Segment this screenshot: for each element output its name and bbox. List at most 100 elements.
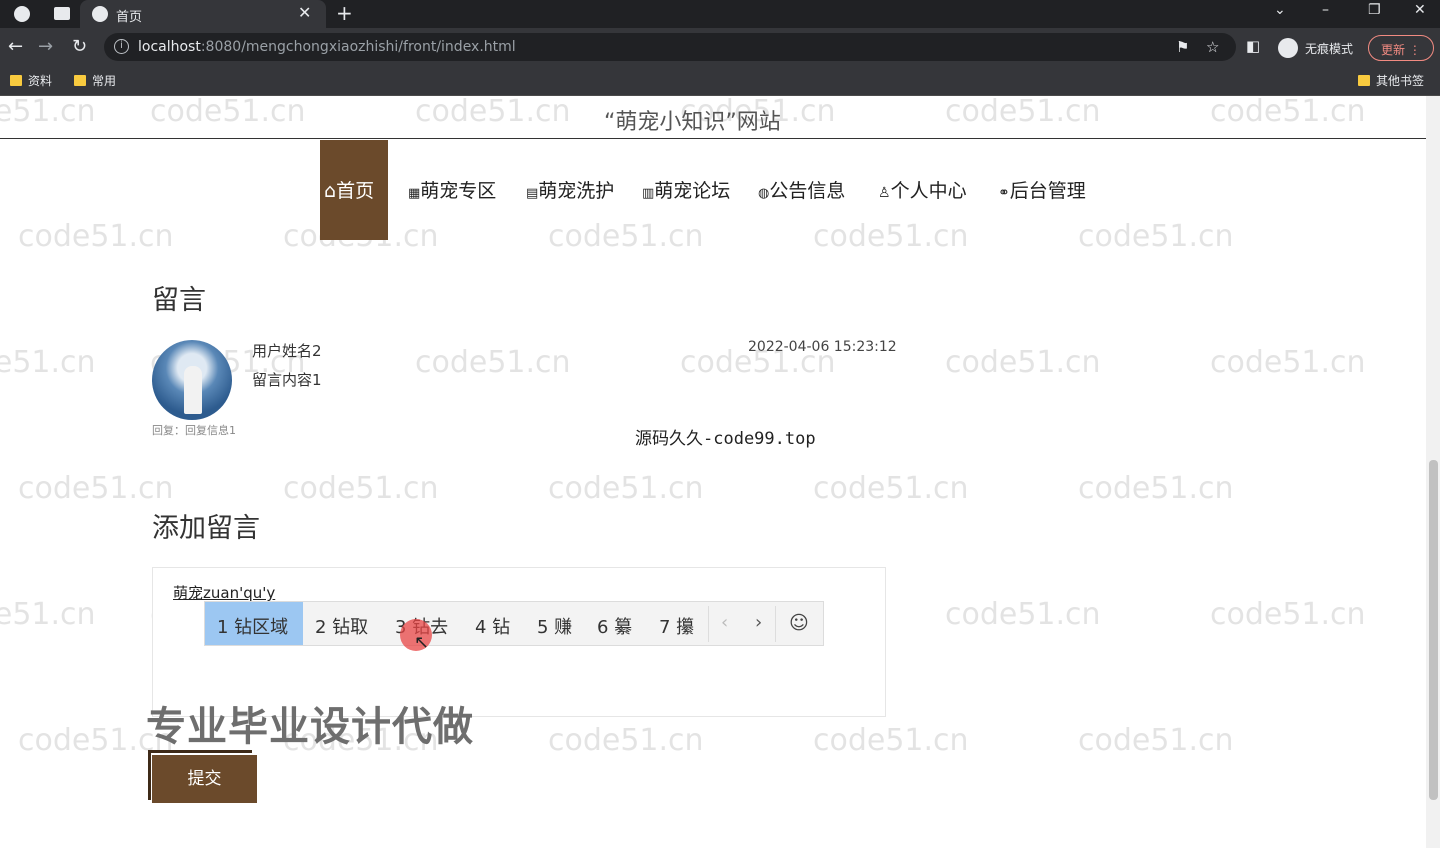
nav-label: 首页 xyxy=(336,180,375,202)
incognito-label: 无痕模式 xyxy=(1305,42,1354,56)
browser-tab-bar: 首页 ✕ + ⌄ – ❐ ✕ xyxy=(0,0,1440,28)
folder-icon xyxy=(10,75,22,86)
tab-list-chevron-icon[interactable]: ⌄ xyxy=(1274,2,1286,18)
nav-item-home[interactable]: ⌂首页 xyxy=(320,140,388,240)
tab-title: 首页 xyxy=(116,10,143,25)
folder-icon xyxy=(74,75,86,86)
reload-icon[interactable]: ↻ xyxy=(72,36,87,57)
incognito-icon xyxy=(1278,38,1298,58)
submit-button[interactable]: 提交 xyxy=(152,755,257,803)
ime-candidate-bar: 1 钻区域 2 钻取 3 钻去 4 钻 5 赚 6 纂 7 攥 ‹ › ☺ xyxy=(204,601,824,646)
ime-candidate[interactable]: 2 钻取 xyxy=(315,613,368,639)
watermark: code51.cn xyxy=(18,471,174,506)
list-icon: ▤ xyxy=(526,186,539,201)
ime-next-icon[interactable]: › xyxy=(755,612,762,633)
watermark: code51.cn xyxy=(813,471,969,506)
add-message-heading: 添加留言 xyxy=(152,513,260,544)
ime-candidate[interactable]: 6 纂 xyxy=(597,613,632,639)
nav-item-pet-zone[interactable]: ▦萌宠专区 xyxy=(408,176,496,203)
message-content: 留言内容1 xyxy=(252,371,322,389)
watermark: code51.cn xyxy=(945,94,1101,129)
message-user-name: 用户姓名2 xyxy=(252,342,322,360)
globe-icon: ◍ xyxy=(758,186,770,201)
site-info-icon[interactable]: i xyxy=(114,39,129,54)
nav-label: 萌宠论坛 xyxy=(654,180,731,202)
watermark: code51.cn xyxy=(1078,219,1234,254)
forum-icon: ▥ xyxy=(642,186,655,201)
forward-icon[interactable]: → xyxy=(38,36,53,57)
watermark: code51.cn xyxy=(1078,471,1234,506)
mouse-cursor-icon: ↖ xyxy=(414,632,430,653)
link-icon: ⚭ xyxy=(998,185,1010,201)
watermark: code51.cn xyxy=(18,219,174,254)
watermark: code51.cn xyxy=(548,219,704,254)
watermark: code51.cn xyxy=(415,94,571,129)
bookmarks-bar: 资料 常用 其他书签 xyxy=(0,66,1440,96)
ime-divider xyxy=(708,606,709,642)
ime-candidate[interactable]: 5 赚 xyxy=(537,613,572,639)
message-time: 2022-04-06 15:23:12 xyxy=(748,339,897,355)
user-icon: ♙ xyxy=(878,185,891,201)
nav-item-pet-care[interactable]: ▤萌宠洗护 xyxy=(526,176,614,203)
translate-icon[interactable]: ⚑ xyxy=(1176,38,1189,56)
active-tab[interactable]: 首页 ✕ xyxy=(80,0,326,28)
bookmark-folder-changyong[interactable]: 常用 xyxy=(74,72,116,89)
nav-label: 公告信息 xyxy=(769,180,846,202)
watermark: code51.cn xyxy=(1210,94,1366,129)
nav-label: 后台管理 xyxy=(1009,180,1086,202)
watermark: code51.cn xyxy=(548,471,704,506)
ime-prev-icon[interactable]: ‹ xyxy=(721,612,728,633)
nav-label: 萌宠专区 xyxy=(420,180,497,202)
watermark: code51.cn xyxy=(1210,345,1366,380)
watermark: code51.cn xyxy=(813,723,969,758)
watermark: code51.cn xyxy=(0,94,96,129)
ime-candidate[interactable]: 1 钻区域 xyxy=(217,613,288,639)
restore-icon[interactable]: ❐ xyxy=(1368,2,1381,18)
watermark: code51.cn xyxy=(945,597,1101,632)
message-reply: 回复：回复信息1 xyxy=(152,424,236,437)
home-icon: ⌂ xyxy=(324,180,337,202)
title-divider xyxy=(0,138,1426,139)
bookmark-folder-ziliao[interactable]: 资料 xyxy=(10,72,52,89)
tab-search-icon[interactable] xyxy=(54,7,70,20)
bookmark-star-icon[interactable]: ☆ xyxy=(1206,38,1219,56)
tab-close-icon[interactable]: ✕ xyxy=(298,3,311,22)
side-panel-icon[interactable]: ◧ xyxy=(1246,37,1260,55)
back-icon[interactable]: ← xyxy=(8,36,23,57)
update-button[interactable]: 更新 ⋮ xyxy=(1368,35,1434,61)
watermark: code51.cn xyxy=(548,723,704,758)
overlay-banner-text: 专业毕业设计代做 xyxy=(146,704,474,750)
watermark: code51.cn xyxy=(0,597,96,632)
nav-label: 萌宠洗护 xyxy=(538,180,615,202)
address-bar[interactable]: i localhost:8080/mengchongxiaozhishi/fro… xyxy=(104,33,1236,61)
close-window-icon[interactable]: ✕ xyxy=(1414,2,1426,18)
minimize-icon[interactable]: – xyxy=(1322,2,1329,18)
tab-favicon-icon xyxy=(92,6,108,22)
promo-text: 源码久久-code99.top xyxy=(635,429,816,449)
url-text[interactable]: localhost:8080/mengchongxiaozhishi/front… xyxy=(138,39,516,55)
other-bookmarks[interactable]: 其他书签 xyxy=(1358,72,1424,89)
nav-item-admin[interactable]: ⚭后台管理 xyxy=(998,176,1086,203)
new-tab-button[interactable]: + xyxy=(336,1,353,25)
message-textarea-value: 萌宠zuan'qu'y xyxy=(173,584,276,602)
browser-toolbar: ← → ↻ i localhost:8080/mengchongxiaozhis… xyxy=(0,28,1440,66)
scrollbar-thumb[interactable] xyxy=(1429,460,1438,800)
nav-item-announcements[interactable]: ◍公告信息 xyxy=(758,176,845,203)
watermark: code51.cn xyxy=(283,471,439,506)
watermark: code51.cn xyxy=(945,345,1101,380)
avatar xyxy=(152,340,232,420)
browser-menu-icon[interactable] xyxy=(14,6,30,22)
messages-heading: 留言 xyxy=(152,285,206,316)
watermark: code51.cn xyxy=(0,345,96,380)
nav-item-profile[interactable]: ♙个人中心 xyxy=(878,176,967,203)
ime-candidate[interactable]: 7 攥 xyxy=(659,613,694,639)
watermark: code51.cn xyxy=(1210,597,1366,632)
ime-divider xyxy=(775,606,776,642)
nav-label: 个人中心 xyxy=(890,180,967,202)
nav-item-pet-forum[interactable]: ▥萌宠论坛 xyxy=(642,176,730,203)
ime-candidate[interactable]: 4 钻 xyxy=(475,613,510,639)
watermark: code51.cn xyxy=(150,94,306,129)
watermark: code51.cn xyxy=(1078,723,1234,758)
emoji-icon[interactable]: ☺ xyxy=(789,612,809,634)
watermark: code51.cn xyxy=(813,219,969,254)
